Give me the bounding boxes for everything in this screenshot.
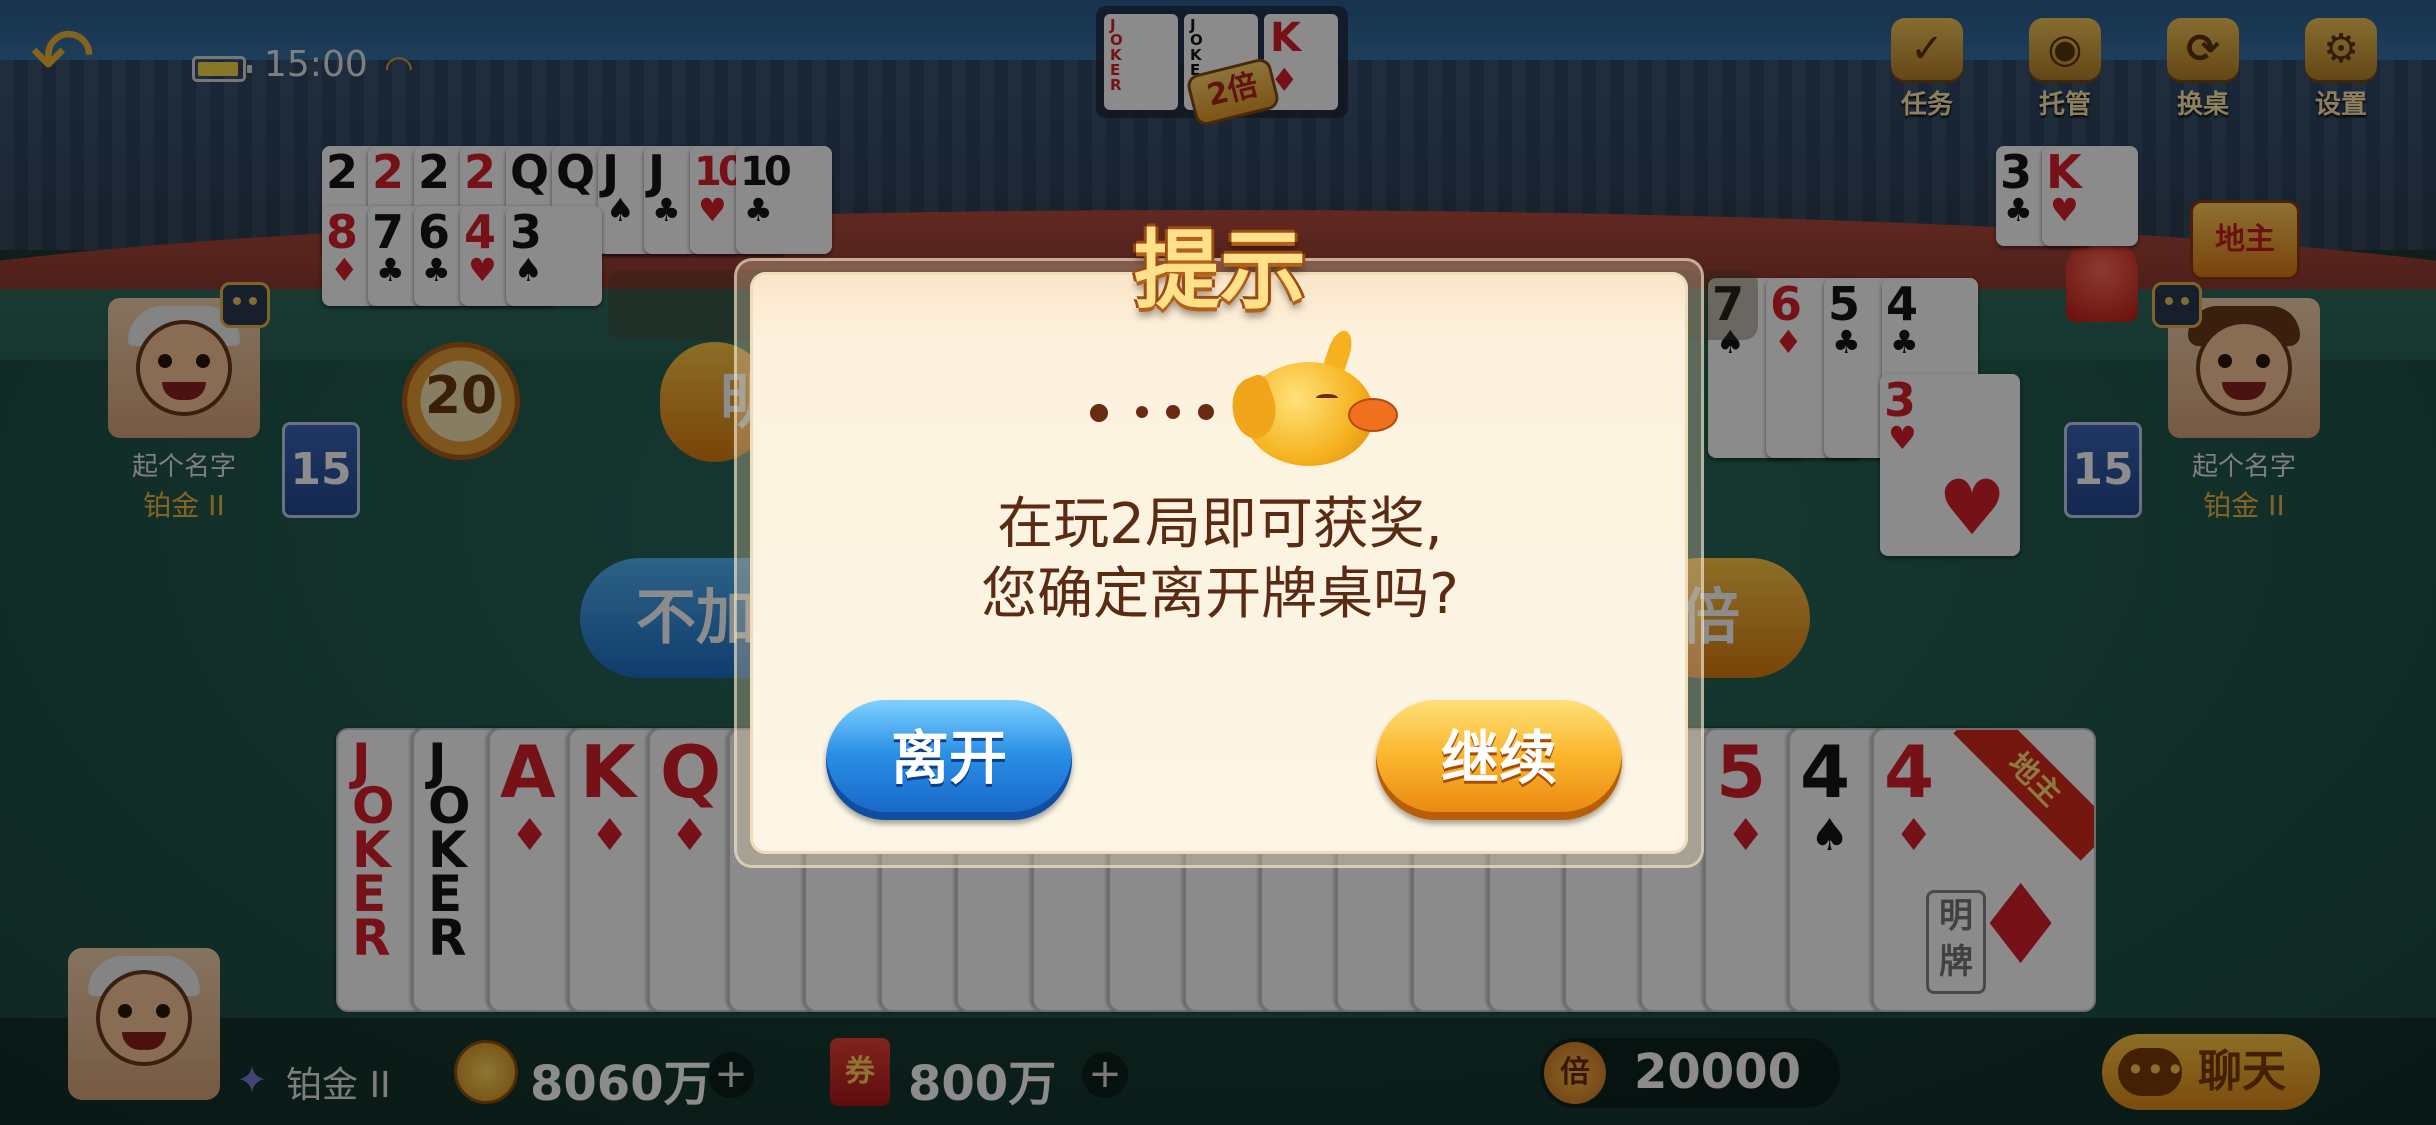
- dialog-message-line1: 在玩2局即可获奖,: [997, 492, 1443, 557]
- dots-decoration: [1090, 398, 1230, 428]
- continue-button[interactable]: 继续: [1376, 700, 1622, 820]
- leave-button[interactable]: 离开: [826, 700, 1072, 820]
- chick-mascot-icon: [1223, 327, 1398, 470]
- chick-beak: [1348, 398, 1398, 432]
- dialog-message-line2: 您确定离开牌桌吗?: [981, 562, 1459, 627]
- dialog-title: 提示: [1134, 221, 1306, 321]
- game-table: ↶ 15:00 ◠ ✓ 任务 ◉ 托管 ⟳ 换桌 ⚙ 设置 JOKER JOKE…: [0, 0, 2436, 1125]
- chick-eye: [1316, 394, 1338, 402]
- dialog-message: 在玩2局即可获奖, 您确定离开牌桌吗?: [780, 490, 1660, 630]
